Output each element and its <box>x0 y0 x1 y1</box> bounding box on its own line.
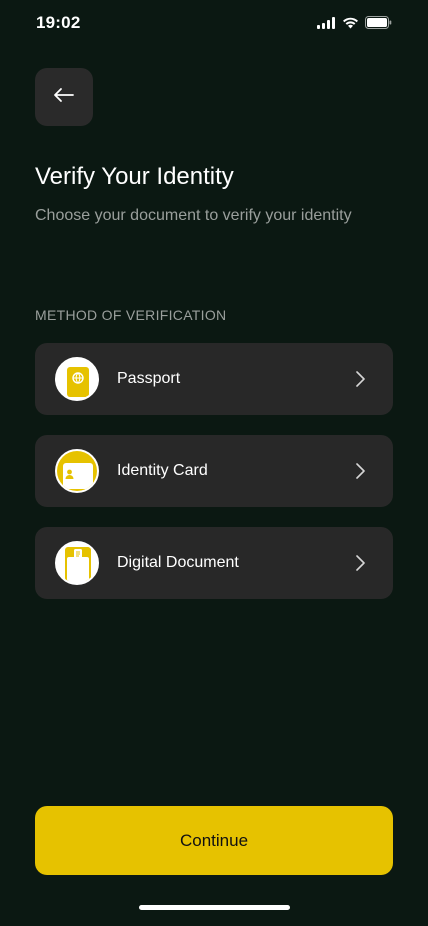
page-subtitle: Choose your document to verify your iden… <box>35 207 352 224</box>
arrow-left-icon <box>53 87 75 108</box>
method-label: Digital Document <box>117 554 239 571</box>
method-identity-card[interactable]: Identity Card <box>35 435 393 507</box>
home-indicator <box>139 905 290 910</box>
status-bar: 19:02 <box>0 0 428 48</box>
method-label: Identity Card <box>117 462 208 479</box>
chevron-right-icon <box>355 555 365 571</box>
battery-icon <box>365 16 392 34</box>
passport-icon <box>55 357 99 401</box>
back-button[interactable] <box>35 68 93 126</box>
method-passport[interactable]: Passport <box>35 343 393 415</box>
chevron-right-icon <box>355 371 365 387</box>
chevron-right-icon <box>355 463 365 479</box>
method-label: Passport <box>117 370 181 387</box>
continue-button[interactable]: Continue <box>35 806 393 875</box>
status-icons <box>317 16 392 34</box>
id-card-icon <box>55 449 99 493</box>
status-time: 19:02 <box>36 13 81 32</box>
wifi-icon <box>342 16 359 34</box>
signal-icon <box>317 16 336 34</box>
method-digital-document[interactable]: Digital Document <box>35 527 393 599</box>
section-label: METHOD OF VERIFICATION <box>35 307 227 323</box>
page-title: Verify Your Identity <box>35 163 234 190</box>
document-icon <box>55 541 99 585</box>
